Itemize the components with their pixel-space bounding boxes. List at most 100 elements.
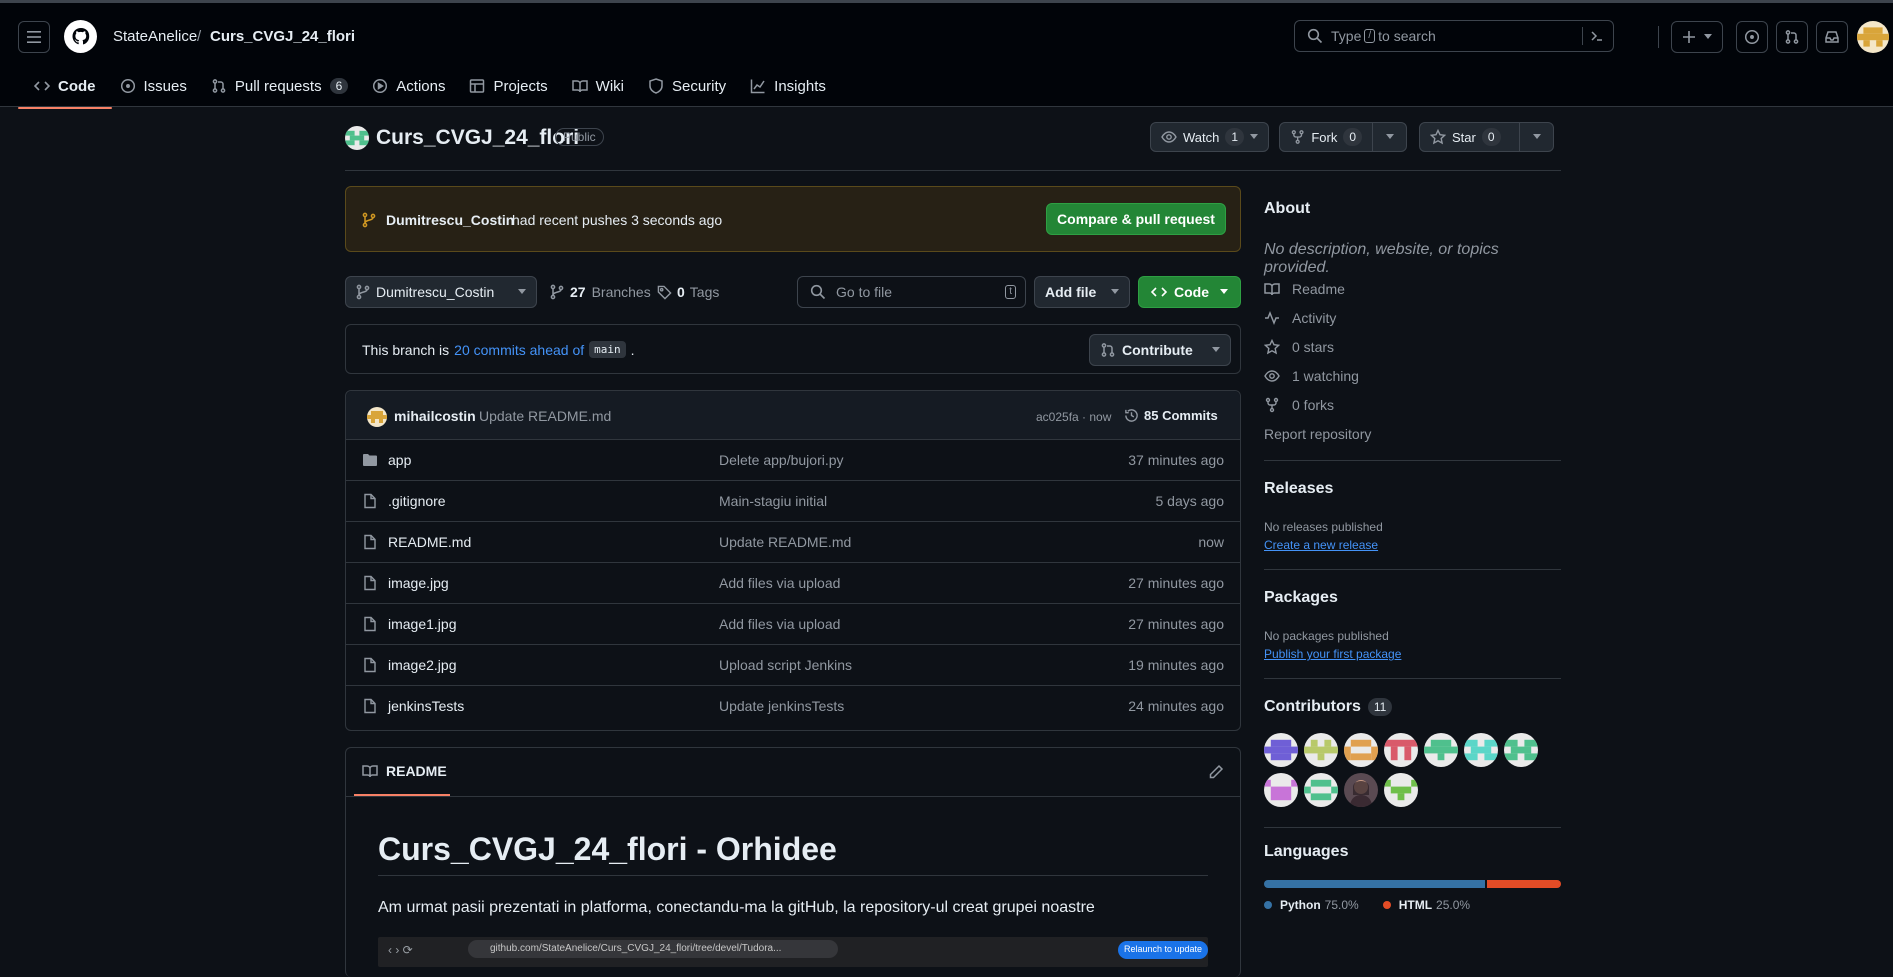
inbox-button[interactable] xyxy=(1816,21,1848,53)
pull-requests-button[interactable] xyxy=(1776,21,1808,53)
code-button[interactable]: Code xyxy=(1138,276,1241,308)
branch-select-button[interactable]: Dumitrescu_Costin xyxy=(345,276,537,308)
publish-package-link[interactable]: Publish your first package xyxy=(1264,647,1401,661)
menu-button[interactable] xyxy=(18,21,50,53)
readme-tab[interactable]: README xyxy=(354,748,450,796)
file-row[interactable]: image1.jpg Add files via upload 27 minutes… xyxy=(346,603,1240,644)
tab-projects[interactable]: Projects xyxy=(457,67,559,105)
pull-requests-count: 6 xyxy=(329,78,349,94)
commit-message[interactable]: Update README.md xyxy=(479,408,611,424)
contributor-avatar[interactable] xyxy=(1504,733,1538,767)
commit-hash[interactable]: ac025fa · now xyxy=(1036,410,1111,424)
contributor-avatar[interactable] xyxy=(1264,733,1298,767)
star-button[interactable]: Star 0 xyxy=(1419,122,1520,152)
file-commit-message[interactable]: Add files via upload xyxy=(719,616,840,632)
file-row[interactable]: app Delete app/bujori.py 37 minutes ago xyxy=(346,439,1240,480)
commits-history-link[interactable]: 85 Commits xyxy=(1124,408,1218,423)
contributor-avatar[interactable] xyxy=(1424,733,1458,767)
forks-link[interactable]: 0 forks xyxy=(1264,397,1334,413)
file-name[interactable]: app xyxy=(388,452,411,468)
inbox-icon xyxy=(1825,31,1839,43)
tab-code[interactable]: Code xyxy=(18,67,111,109)
contributor-avatar[interactable] xyxy=(1384,773,1418,807)
tab-issues-label: Issues xyxy=(143,77,187,95)
file-name[interactable]: jenkinsTests xyxy=(388,698,464,714)
push-user[interactable]: Dumitrescu_Costin xyxy=(386,212,514,228)
breadcrumb-repo[interactable]: Curs_CVGJ_24_flori xyxy=(210,28,355,45)
tags-link[interactable]: 0 Tags xyxy=(657,284,719,300)
file-row[interactable]: README.md Update README.md now xyxy=(346,521,1240,562)
language-python[interactable]: Python 75.0% xyxy=(1264,898,1359,912)
file-name[interactable]: .gitignore xyxy=(388,493,446,509)
star-menu-button[interactable] xyxy=(1519,122,1554,152)
file-row[interactable]: .gitignore Main-stagiu initial 5 days ago xyxy=(346,480,1240,521)
file-commit-message[interactable]: Update README.md xyxy=(719,534,851,550)
readme-link[interactable]: Readme xyxy=(1264,281,1345,297)
file-table: mihailcostin Update README.md ac025fa · … xyxy=(345,390,1241,731)
file-name[interactable]: README.md xyxy=(388,534,471,550)
ahead-link[interactable]: 20 commits ahead of xyxy=(454,342,584,358)
contributor-avatar[interactable] xyxy=(1264,773,1298,807)
commit-author-avatar[interactable] xyxy=(367,407,387,427)
contributor-avatar[interactable] xyxy=(1304,733,1338,767)
go-to-file-input[interactable]: Go to file t xyxy=(797,276,1026,308)
commit-author[interactable]: mihailcostin xyxy=(394,408,476,424)
user-avatar[interactable] xyxy=(1857,21,1889,53)
repo-title[interactable]: Curs_CVGJ_24_flori xyxy=(376,126,579,150)
issue-icon xyxy=(120,78,136,94)
contributors-heading[interactable]: Contributors xyxy=(1264,698,1361,716)
compare-pull-request-button[interactable]: Compare & pull request xyxy=(1046,203,1226,235)
contributor-avatar[interactable] xyxy=(1384,733,1418,767)
stars-link[interactable]: 0 stars xyxy=(1264,339,1334,355)
repo-nav: Code Issues Pull requests 6 Actions Proj… xyxy=(18,67,838,109)
releases-heading[interactable]: Releases xyxy=(1264,480,1561,498)
fork-menu-button[interactable] xyxy=(1372,122,1407,152)
file-commit-message[interactable]: Upload script Jenkins xyxy=(719,657,852,673)
fork-button[interactable]: Fork 0 xyxy=(1279,122,1373,152)
packages-text: No packages published xyxy=(1264,629,1389,643)
language-python-name: Python xyxy=(1280,898,1321,912)
search-placeholder-suffix: to search xyxy=(1378,28,1436,44)
contributor-avatar[interactable] xyxy=(1304,773,1338,807)
watching-link[interactable]: 1 watching xyxy=(1264,368,1359,384)
file-commit-message[interactable]: Main-stagiu initial xyxy=(719,493,827,509)
contributor-avatar[interactable] xyxy=(1344,733,1378,767)
watch-button[interactable]: Watch 1 xyxy=(1150,122,1269,152)
ahead-prefix: This branch is xyxy=(362,341,450,358)
github-logo-icon[interactable] xyxy=(64,20,97,53)
tab-security[interactable]: Security xyxy=(636,67,738,105)
packages-heading[interactable]: Packages xyxy=(1264,589,1561,607)
language-html[interactable]: HTML 25.0% xyxy=(1382,898,1470,912)
issues-button[interactable] xyxy=(1736,21,1768,53)
tab-issues[interactable]: Issues xyxy=(108,67,199,105)
file-row[interactable]: image.jpg Add files via upload 27 minutes … xyxy=(346,562,1240,603)
contribute-button[interactable]: Contribute xyxy=(1089,334,1231,366)
file-commit-message[interactable]: Update jenkinsTests xyxy=(719,698,844,714)
contributor-photo-avatar[interactable] xyxy=(1344,773,1378,807)
add-file-button[interactable]: Add file xyxy=(1034,276,1130,308)
file-commit-message[interactable]: Add files via upload xyxy=(719,575,840,591)
contributor-avatar[interactable] xyxy=(1464,733,1498,767)
file-row[interactable]: image2.jpg Upload script Jenkins 19 minute… xyxy=(346,644,1240,685)
file-name[interactable]: image2.jpg xyxy=(388,657,457,673)
breadcrumb-owner[interactable]: StateAnelice xyxy=(113,28,197,45)
file-row[interactable]: jenkinsTests Update jenkinsTests 24 minute… xyxy=(346,685,1240,726)
file-name[interactable]: image1.jpg xyxy=(388,616,457,632)
file-name[interactable]: image.jpg xyxy=(388,575,449,591)
create-new-button[interactable] xyxy=(1671,21,1723,53)
file-icon xyxy=(364,493,376,509)
tab-insights[interactable]: Insights xyxy=(738,67,838,105)
tab-pull-requests[interactable]: Pull requests 6 xyxy=(199,67,360,105)
search-input[interactable]: Type / to search xyxy=(1294,20,1614,52)
branches-link[interactable]: 27 Branches xyxy=(550,284,651,300)
divider xyxy=(1264,678,1561,679)
repo-avatar[interactable] xyxy=(345,126,369,150)
report-repository-link[interactable]: Report repository xyxy=(1264,426,1371,442)
tab-actions[interactable]: Actions xyxy=(360,67,457,105)
command-palette-icon[interactable] xyxy=(1589,28,1605,44)
activity-link[interactable]: Activity xyxy=(1264,310,1336,326)
create-release-link[interactable]: Create a new release xyxy=(1264,538,1378,552)
tab-wiki[interactable]: Wiki xyxy=(560,67,636,105)
pencil-icon[interactable] xyxy=(1208,764,1224,780)
file-commit-message[interactable]: Delete app/bujori.py xyxy=(719,452,844,468)
